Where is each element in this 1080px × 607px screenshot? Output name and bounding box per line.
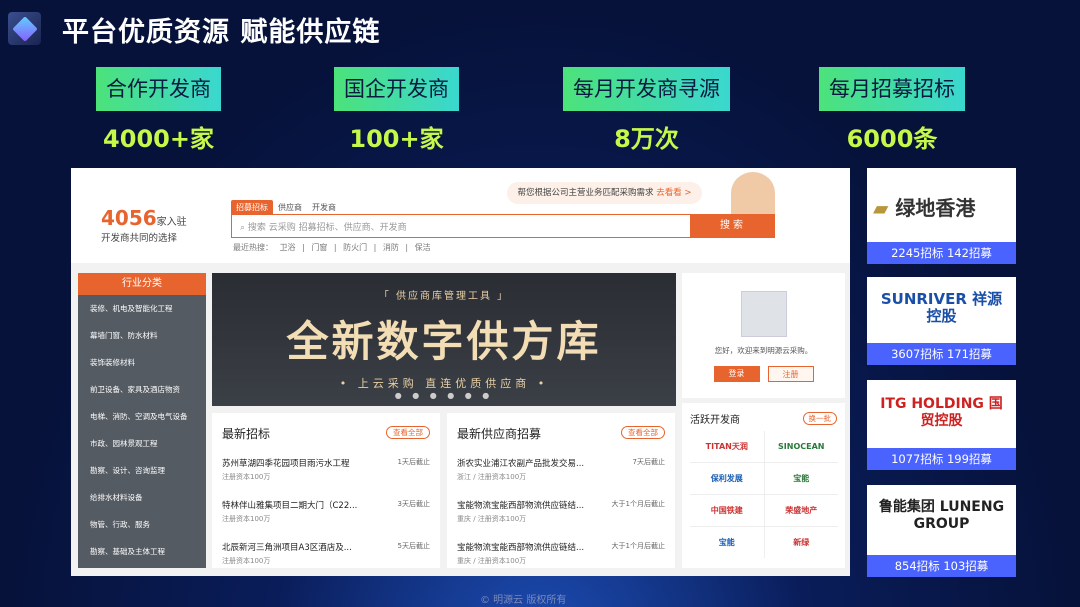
- category-title: 行业分类: [78, 273, 206, 295]
- welcome-text: 您好，欢迎来到明源云采购。: [714, 346, 813, 355]
- view-all-button[interactable]: 查看全部: [621, 426, 665, 439]
- promo-bubble[interactable]: 帮您根据公司主营业务匹配采购需求 去看看 >: [507, 182, 702, 204]
- search-input[interactable]: ⌕ 搜索 云采购 招募招标、供应商、开发商: [231, 214, 691, 238]
- panel-title: 最新招标: [222, 427, 271, 441]
- hot-searches: 最近热搜： 卫浴 | 门窗 | 防火门 | 消防 | 保洁: [233, 243, 431, 252]
- search-icon: ⌕: [240, 223, 246, 233]
- brand-card-sunriver: SUNRIVER 祥源控股 3607招标 171招募: [867, 277, 1016, 365]
- brand-card-luneng: 鲁能集团 LUNENG GROUP 854招标 103招募: [867, 485, 1016, 577]
- active-developers-panel: 活跃开发商 换一批 TITAN天润 SINOCEAN 保利发展 宝能 中国铁建 …: [682, 403, 845, 568]
- stat-value: 8万次: [614, 125, 679, 153]
- search-button[interactable]: 搜索: [691, 214, 775, 238]
- recruit-row[interactable]: 浙农实业浦江农副产品批发交易... 浙江 / 注册资本100万 7天后截止: [457, 457, 665, 482]
- supplier-count: 4056家入驻: [101, 206, 187, 230]
- banner-subtitle: • 上云采购 直连优质供应商 •: [339, 377, 549, 390]
- developer-logo[interactable]: 宝能: [690, 527, 764, 558]
- developer-logo[interactable]: 新绿: [764, 527, 838, 558]
- stat-label: 每月开发商寻源: [563, 67, 730, 111]
- stat-value: 6000条: [846, 125, 938, 153]
- brand-logo: ▰ 绿地香港: [873, 196, 976, 220]
- category-item[interactable]: 物管、行政、服务: [78, 511, 206, 538]
- register-button[interactable]: 注册: [767, 366, 814, 382]
- tab-developers[interactable]: 开发商: [307, 200, 341, 215]
- avatar: [740, 291, 787, 337]
- tab-tenders[interactable]: 招募招标: [231, 200, 273, 215]
- panel-title: 活跃开发商: [690, 415, 740, 426]
- app-logo-icon: [8, 12, 41, 45]
- latest-tenders-panel: 最新招标 查看全部 苏州草湖四季花园项目雨污水工程 注册资本100万 1天后截止 特…: [212, 413, 440, 568]
- stat-label: 国企开发商: [334, 67, 459, 111]
- tender-row[interactable]: 特林伴山雅集项目二期大门（C22... 注册资本100万 3天后截止: [222, 499, 430, 524]
- stat-soe: 国企开发商 100+家: [334, 67, 459, 154]
- tender-row[interactable]: 北辰新河三角洲项目A3区酒店及... 注册资本100万 5天后截止: [222, 541, 430, 566]
- stat-label: 合作开发商: [96, 67, 221, 111]
- category-item[interactable]: 装饰装修材料: [78, 349, 206, 376]
- search-tabs: 招募招标 供应商 开发商: [231, 200, 341, 215]
- brand-logo: ITG HOLDING 国贸控股: [880, 396, 1003, 429]
- tab-suppliers[interactable]: 供应商: [273, 200, 307, 215]
- stat-value: 4000+家: [103, 125, 214, 153]
- developer-logo[interactable]: 保利发展: [690, 463, 764, 494]
- panel-title: 最新供应商招募: [457, 427, 542, 441]
- brand-card-itg: ITG HOLDING 国贸控股 1077招标 199招募: [867, 380, 1016, 470]
- category-item[interactable]: 前卫设备、家具及酒店物资: [78, 376, 206, 403]
- developer-logo[interactable]: TITAN天润: [690, 431, 764, 462]
- banner-kicker: 「 供应商库管理工具 」: [378, 291, 510, 302]
- view-all-button[interactable]: 查看全部: [386, 426, 430, 439]
- carousel-dots[interactable]: ● ● ● ● ● ●: [212, 391, 676, 400]
- login-button[interactable]: 登录: [713, 366, 760, 382]
- category-item[interactable]: 电梯、消防、空调及电气设备: [78, 403, 206, 430]
- brand-card-greenland: ▰ 绿地香港 2245招标 142招募: [867, 168, 1016, 264]
- brand-logo: 鲁能集团 LUNENG GROUP: [878, 499, 1005, 532]
- category-item[interactable]: 市政、园林景观工程: [78, 430, 206, 457]
- supplier-count-sub: 开发商共同的选择: [101, 233, 178, 244]
- footer-copyright: © 明源云 版权所有: [480, 595, 567, 606]
- category-item[interactable]: 装修、机电及智能化工程: [78, 295, 206, 322]
- category-item[interactable]: 幕墙门窗、防水材料: [78, 322, 206, 349]
- latest-recruits-panel: 最新供应商招募 查看全部 浙农实业浦江农副产品批发交易... 浙江 / 注册资本1…: [447, 413, 675, 568]
- site-body: 行业分类 装修、机电及智能化工程 幕墙门窗、防水材料 装饰装修材料 前卫设备、家…: [71, 263, 850, 576]
- category-item[interactable]: 给排水材料设备: [78, 484, 206, 511]
- stat-sourcing: 每月开发商寻源 8万次: [563, 67, 730, 154]
- promo-link[interactable]: 去看看 >: [656, 188, 691, 198]
- developer-logo[interactable]: SINOCEAN: [764, 431, 838, 462]
- developer-logo[interactable]: 宝能: [764, 463, 838, 494]
- category-item[interactable]: 勘察、设计、咨询监理: [78, 457, 206, 484]
- site-header: 4056家入驻 开发商共同的选择 招募招标 供应商 开发商 ⌕ 搜索 云采购 招…: [71, 168, 850, 263]
- brand-count: 2245招标 142招募: [867, 242, 1016, 264]
- refresh-button[interactable]: 换一批: [802, 412, 837, 425]
- stat-label: 每月招募招标: [819, 67, 965, 111]
- banner-headline: 全新数字供方库: [286, 317, 602, 366]
- category-sidebar: 行业分类 装修、机电及智能化工程 幕墙门窗、防水材料 装饰装修材料 前卫设备、家…: [78, 273, 206, 568]
- tender-row[interactable]: 苏州草湖四季花园项目雨污水工程 注册资本100万 1天后截止: [222, 457, 430, 482]
- recruit-row[interactable]: 宝能物流宝能西部物流供应链结... 重庆 / 注册资本100万 大于1个月后截止: [457, 499, 665, 524]
- category-item[interactable]: 勘察、基础及主体工程: [78, 538, 206, 565]
- developer-logo[interactable]: 荣盛地产: [764, 495, 838, 526]
- worker-illustration: [731, 172, 775, 214]
- promo-banner[interactable]: 「 供应商库管理工具 」 全新数字供方库 • 上云采购 直连优质供应商 • ● …: [212, 273, 676, 406]
- stat-developers: 合作开发商 4000+家: [96, 67, 221, 154]
- brand-count: 3607招标 171招募: [867, 343, 1016, 365]
- developer-logo[interactable]: 中国铁建: [690, 495, 764, 526]
- stat-value: 100+家: [349, 125, 444, 153]
- website-screenshot: 4056家入驻 开发商共同的选择 招募招标 供应商 开发商 ⌕ 搜索 云采购 招…: [71, 168, 850, 576]
- brand-logo: SUNRIVER 祥源控股: [880, 290, 1003, 325]
- page-title: 平台优质资源 赋能供应链: [62, 17, 381, 48]
- login-card: 您好，欢迎来到明源云采购。 登录 注册: [682, 273, 845, 398]
- recruit-row[interactable]: 宝能物流宝能西部物流供应链结... 重庆 / 注册资本100万 大于1个月后截止: [457, 541, 665, 566]
- brand-count: 854招标 103招募: [867, 555, 1016, 577]
- stat-tenders: 每月招募招标 6000条: [819, 67, 965, 154]
- brand-count: 1077招标 199招募: [867, 448, 1016, 470]
